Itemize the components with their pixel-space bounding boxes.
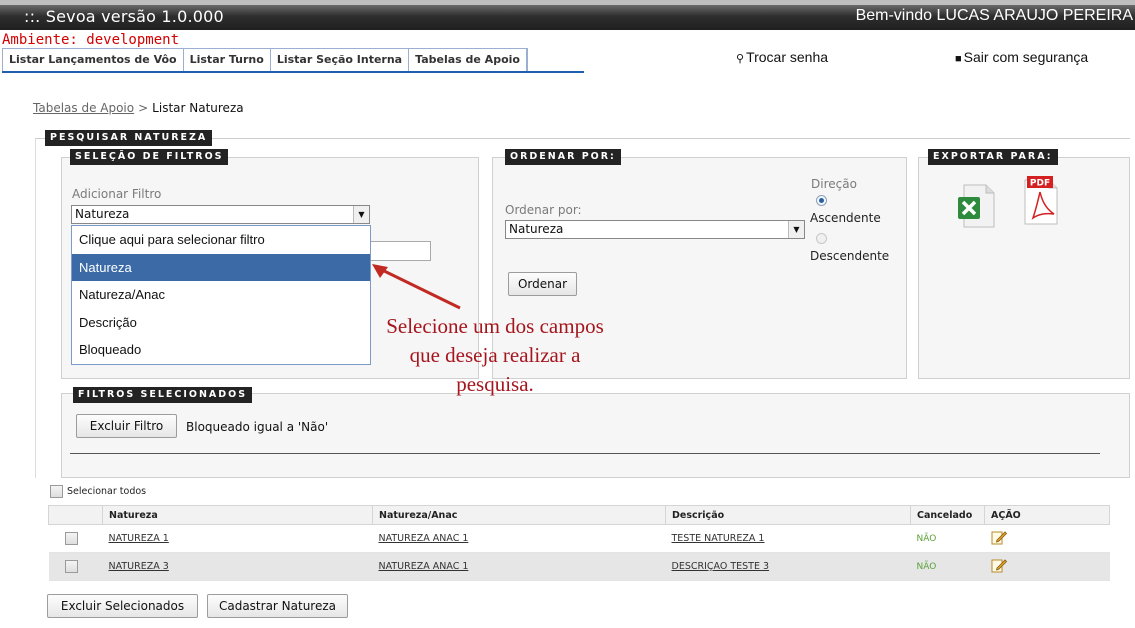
export-legend: EXPORTAR PARA: <box>928 149 1058 165</box>
main-nav-tabs: Listar Lançamentos de Vôo Listar Turno L… <box>2 48 528 72</box>
edit-icon[interactable] <box>991 529 1007 545</box>
annotation-line: Selecione um dos campos <box>386 314 604 338</box>
cell-cancelado: NÃO <box>910 552 985 581</box>
cell-descricao: TESTE NATUREZA 1 <box>665 524 911 553</box>
filter-select-value: Natureza <box>75 207 130 221</box>
filter-option[interactable]: Descrição <box>72 309 370 337</box>
cell-descricao: DESCRIÇAO TESTE 3 <box>665 552 911 581</box>
table-header-row: Natureza Natureza/Anac Descrição Cancela… <box>48 505 1110 525</box>
row-checkbox-cell <box>48 524 103 553</box>
cell-natureza: NATUREZA 1 <box>102 524 373 553</box>
filter-option[interactable]: Natureza/Anac <box>72 281 370 309</box>
table-row: NATUREZA 1 NATUREZA ANAC 1 TESTE NATUREZ… <box>48 524 1110 553</box>
annotation-line: pesquisa. <box>456 372 534 396</box>
natureza-link[interactable]: NATUREZA 1 <box>109 533 169 544</box>
pdf-export-icon[interactable]: PDF <box>1021 176 1061 225</box>
edit-icon[interactable] <box>991 557 1007 573</box>
remove-filter-button[interactable]: Excluir Filtro <box>76 414 177 438</box>
logout-label: Sair com segurança <box>963 49 1089 65</box>
chevron-down-icon: ▼ <box>788 221 804 238</box>
filter-option-highlighted[interactable]: Natureza <box>72 253 370 281</box>
chevron-down-icon: ▼ <box>353 206 369 223</box>
change-password-link[interactable]: ⚲ Trocar senha <box>736 49 828 65</box>
cell-acao <box>984 524 1110 553</box>
filter-option[interactable]: Bloqueado <box>72 336 370 364</box>
tab-listar-turno[interactable]: Listar Turno <box>183 49 271 72</box>
selected-filters-panel <box>61 393 1130 478</box>
natureza-table: Natureza Natureza/Anac Descrição Cancela… <box>48 505 1110 581</box>
active-filter-text: Bloqueado igual a 'Não' <box>186 420 329 434</box>
cell-cancelado: NÃO <box>910 524 985 553</box>
column-header-cancelado[interactable]: Cancelado <box>910 505 985 525</box>
app-title: ::. Sevoa versão 1.0.000 <box>24 7 224 26</box>
header-checkbox-cell <box>48 505 103 525</box>
row-checkbox[interactable] <box>64 532 78 545</box>
breadcrumb: Tabelas de Apoio > Listar Natureza <box>33 101 244 115</box>
filter-option[interactable]: Clique aqui para selecionar filtro <box>72 226 370 254</box>
order-button[interactable]: Ordenar <box>508 272 577 296</box>
order-legend: ORDENAR POR: <box>505 149 621 165</box>
search-legend: PESQUISAR NATUREZA <box>45 130 213 146</box>
select-all-checkbox[interactable] <box>50 485 63 498</box>
order-by-label: Ordenar por: <box>505 203 582 217</box>
add-filter-label: Adicionar Filtro <box>72 187 162 201</box>
environment-label: Ambiente: development <box>2 32 180 48</box>
key-icon: ⚲ <box>736 53 745 65</box>
natureza-anac-link[interactable]: NATUREZA ANAC 1 <box>379 561 469 572</box>
breadcrumb-parent-link[interactable]: Tabelas de Apoio <box>33 101 134 115</box>
add-natureza-button[interactable]: Cadastrar Natureza <box>207 594 348 618</box>
divider <box>70 453 1100 454</box>
welcome-text: Bem-vindo LUCAS ARAUJO PEREIRA <box>855 7 1133 24</box>
desc-label: Descendente <box>810 249 890 263</box>
excel-export-icon[interactable] <box>956 183 996 229</box>
filter-select[interactable]: Natureza ▼ <box>71 205 370 224</box>
tab-tabelas-de-apoio[interactable]: Tabelas de Apoio <box>409 49 527 72</box>
cell-acao <box>984 552 1110 581</box>
select-all[interactable]: Selecionar todos <box>50 485 146 498</box>
natureza-link[interactable]: NATUREZA 3 <box>109 561 169 572</box>
column-header-natureza[interactable]: Natureza <box>102 505 373 525</box>
tab-listar-secao-interna[interactable]: Listar Seção Interna <box>270 49 410 72</box>
row-checkbox-cell <box>48 552 103 581</box>
descricao-link[interactable]: DESCRIÇAO TESTE 3 <box>672 561 770 572</box>
cell-natureza-anac: NATUREZA ANAC 1 <box>372 524 666 553</box>
row-checkbox[interactable] <box>64 560 78 573</box>
column-header-acao: AÇÃO <box>984 505 1110 525</box>
filter-dropdown-list: Clique aqui para selecionar filtro Natur… <box>71 225 371 365</box>
pdf-icon-text: PDF <box>1030 179 1050 189</box>
direction-label: Direção <box>811 177 857 191</box>
delete-selected-button[interactable]: Excluir Selecionados <box>47 594 198 618</box>
asc-label: Ascendente <box>810 211 881 225</box>
descricao-link[interactable]: TESTE NATUREZA 1 <box>672 533 765 544</box>
logout-link[interactable]: ■ Sair com segurança <box>955 49 1088 65</box>
order-by-select[interactable]: Natureza ▼ <box>505 220 805 239</box>
breadcrumb-current: Listar Natureza <box>152 101 244 115</box>
tabs-underline <box>2 71 584 73</box>
natureza-anac-link[interactable]: NATUREZA ANAC 1 <box>379 533 469 544</box>
column-header-descricao[interactable]: Descrição <box>665 505 911 525</box>
breadcrumb-separator: > <box>138 101 149 115</box>
column-header-natureza-anac[interactable]: Natureza/Anac <box>372 505 666 525</box>
asc-radio[interactable] <box>816 195 827 206</box>
tab-listar-lancamentos[interactable]: Listar Lançamentos de Vôo <box>3 49 184 72</box>
annotation-line: que deseja realizar a <box>409 343 581 367</box>
cell-natureza: NATUREZA 3 <box>102 552 373 581</box>
change-password-label: Trocar senha <box>746 49 829 65</box>
filters-legend: SELEÇÃO DE FILTROS <box>70 149 229 165</box>
selected-filters-legend: FILTROS SELECIONADOS <box>73 387 253 403</box>
annotation-text: Selecione um dos campos que deseja reali… <box>330 312 660 399</box>
top-bar: ::. Sevoa versão 1.0.000 Bem-vindo LUCAS… <box>0 0 1135 30</box>
table-row: NATUREZA 3 NATUREZA ANAC 1 DESCRIÇAO TES… <box>48 552 1110 581</box>
lock-icon: ■ <box>955 53 962 65</box>
annotation-arrow <box>372 264 461 310</box>
cell-natureza-anac: NATUREZA ANAC 1 <box>372 552 666 581</box>
order-by-value: Natureza <box>509 222 564 236</box>
desc-radio[interactable] <box>816 233 827 244</box>
select-all-label: Selecionar todos <box>67 486 147 497</box>
